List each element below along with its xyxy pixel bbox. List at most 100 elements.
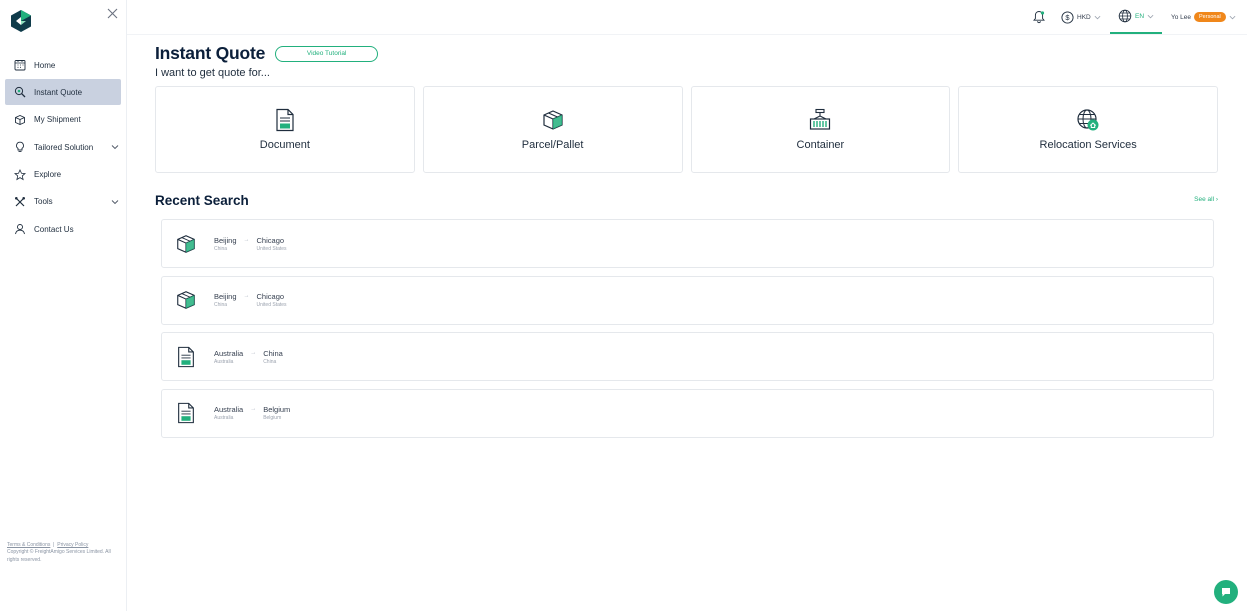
lightbulb-icon [14,141,26,153]
sidebar-item-tools[interactable]: Tools [5,189,121,215]
card-document[interactable]: Document [155,86,415,173]
sidebar-item-label: Tailored Solution [34,142,94,152]
parcel-icon [177,234,195,253]
svg-text:$: $ [1065,13,1070,22]
route-destination: Belgium Belgium [263,405,290,421]
route: Beijing China → Chicago United States [214,292,287,308]
card-relocation-services[interactable]: Relocation Services [958,86,1218,173]
bell-icon[interactable] [1032,10,1046,24]
language-selector[interactable]: EN [1110,0,1162,34]
currency-label: HKD [1077,13,1091,21]
see-all-link[interactable]: See all › [1194,196,1218,203]
sidebar-item-label: Instant Quote [34,87,83,97]
arrow-right-icon: → [250,406,257,412]
video-tutorial-button[interactable]: Video Tutorial [275,45,379,62]
recent-search-row[interactable]: Beijing China → Chicago United States [161,219,1214,268]
title-row: Instant Quote Video Tutorial [155,43,379,64]
sidebar-item-explore[interactable]: Explore [5,162,121,188]
route: Australia Australia → China China [214,349,283,365]
close-sidebar-button[interactable] [106,8,118,20]
destination-city: China [263,348,283,358]
destination-country: China [263,358,277,365]
copyright-text: Copyright © FreightAmigo Services Limite… [7,549,111,563]
card-label: Parcel/Pallet [521,139,584,151]
box-icon [14,114,26,126]
currency-selector[interactable]: $ HKD [1061,10,1101,24]
sidebar: Home Instant Quote My Shipment Tailored … [0,0,127,611]
sidebar-nav: Home Instant Quote My Shipment Tailored … [5,52,121,244]
chevron-down-icon [111,200,119,205]
globe-icon [1118,9,1132,23]
card-container[interactable]: Container [690,86,951,173]
origin-country: Australia [214,358,234,365]
origin-country: Australia [214,415,234,421]
recent-search-title: Recent Search [155,193,249,208]
terms-link[interactable]: Terms & Conditions [7,542,50,548]
calendar-icon [14,59,26,71]
sidebar-item-my-shipment[interactable]: My Shipment [5,107,121,133]
card-parcel-pallet[interactable]: Parcel/Pallet [422,86,683,173]
route-origin: Beijing China [214,236,237,252]
route-origin: Australia Australia [214,349,243,365]
route-destination: China China [263,349,283,365]
destination-country: Belgium [263,415,282,421]
dollar-icon: $ [1061,10,1074,24]
chevron-down-icon [111,145,119,150]
recent-search-list: Beijing China → Chicago United States Be… [161,219,1214,445]
headset-icon [14,223,26,235]
origin-city: Australia [214,348,244,358]
sidebar-item-label: Tools [34,197,53,207]
page-title: Instant Quote [155,43,266,63]
sidebar-item-instant-quote[interactable]: Instant Quote [5,79,121,106]
destination-city: Chicago [256,292,285,301]
privacy-link[interactable]: Privacy Policy [57,542,88,548]
sidebar-item-label: Contact Us [34,224,74,234]
route-origin: Beijing China [214,292,237,308]
destination-city: Belgium [263,405,291,414]
route-origin: Australia Australia [214,405,243,421]
chat-icon [1222,588,1230,597]
freightamigo-logo[interactable] [9,9,33,33]
chevron-down-icon [1094,15,1101,19]
destination-country: United States [256,302,287,308]
destination-city: Chicago [256,235,285,245]
sidebar-item-contact-us[interactable]: Contact Us [5,216,121,242]
route-destination: Chicago United States [257,292,287,308]
recent-search-row[interactable]: Beijing China → Chicago United States [161,275,1214,325]
destination-country: United States [256,245,287,252]
sidebar-item-label: My Shipment [34,115,81,125]
chat-support-button[interactable] [1214,580,1238,604]
card-label: Relocation Services [1039,139,1137,151]
origin-country: China [214,245,228,252]
parcel-icon [177,291,195,309]
arrow-right-icon: → [243,293,250,299]
recent-search-row[interactable]: Australia Australia → Belgium Belgium [161,388,1214,438]
arrow-right-icon: → [250,349,257,356]
sidebar-item-home[interactable]: Home [5,52,121,78]
language-label: EN [1134,12,1145,20]
origin-country: China [214,302,228,308]
sidebar-item-tailored-solution[interactable]: Tailored Solution [5,134,121,160]
star-icon [14,168,26,181]
relocation-globe-icon [1077,109,1099,131]
route-destination: Chicago United States [257,236,287,252]
origin-city: Beijing [214,292,237,301]
card-label: Container [796,139,845,151]
parcel-icon [543,110,563,130]
route: Australia Australia → Belgium Belgium [214,405,290,421]
document-icon [178,402,194,424]
recent-search-row[interactable]: Australia Australia → China China [161,332,1214,381]
user-menu[interactable]: Yo Lee Personal [1171,10,1236,24]
account-type-badge: Personal [1194,12,1226,22]
close-icon [107,8,117,19]
sidebar-footer: Terms & Conditions | Privacy Policy Copy… [7,542,117,564]
search-quote-icon [14,86,26,98]
origin-city: Beijing [214,235,237,245]
origin-city: Australia [214,405,244,414]
container-icon [810,108,831,130]
topbar: $ HKD EN Yo Lee Personal [127,0,1247,35]
card-label: Document [259,139,310,151]
chevron-down-icon [1147,14,1154,18]
route: Beijing China → Chicago United States [214,236,287,252]
app-root: Home Instant Quote My Shipment Tailored … [0,0,1247,611]
